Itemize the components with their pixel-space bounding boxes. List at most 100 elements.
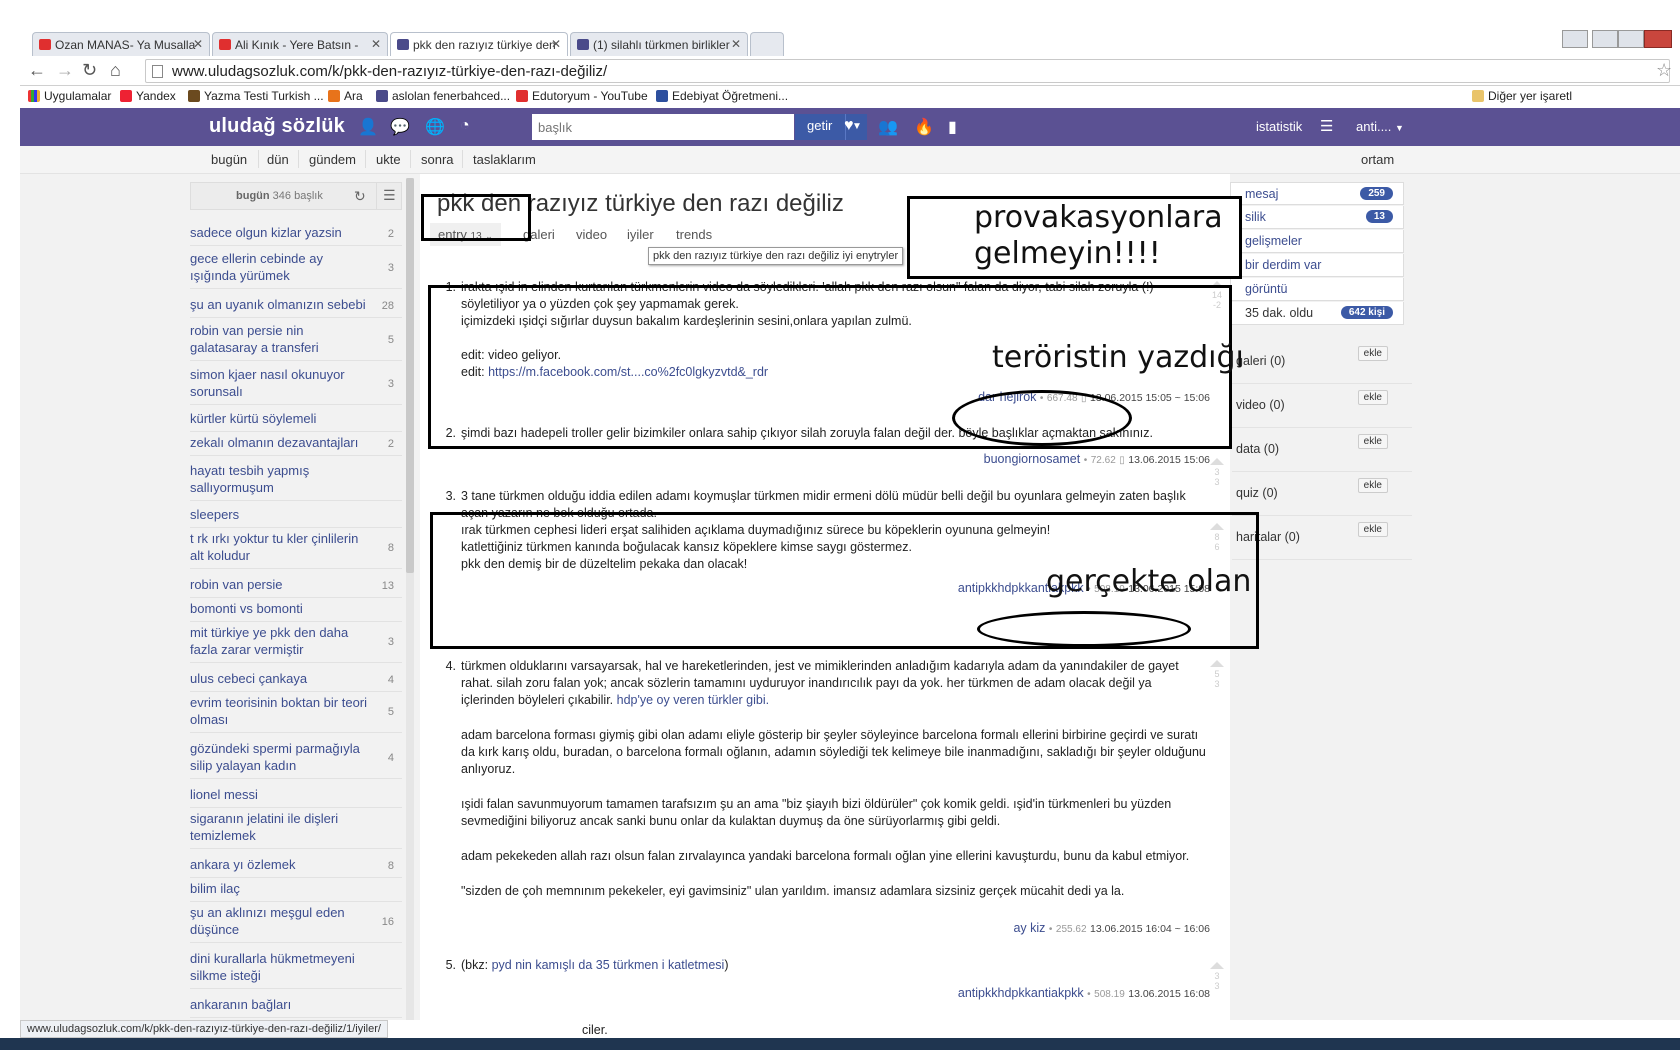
close-window-icon[interactable] <box>1644 30 1672 48</box>
add-button[interactable]: ekle <box>1357 390 1388 405</box>
heart-icon[interactable]: ♥ <box>844 117 854 135</box>
section-label[interactable]: quiz (0) <box>1236 486 1278 500</box>
nav-gundem[interactable]: gündem <box>309 152 356 167</box>
nav-dun[interactable]: dün <box>267 152 289 167</box>
bkz-link[interactable]: pyd nin kamışlı da 35 türkmen i katletme… <box>492 958 725 972</box>
other-bookmarks[interactable]: Diğer yer işaretl <box>1472 89 1572 103</box>
vote-widget[interactable]: 33 <box>1210 458 1224 487</box>
globe-icon[interactable]: 🌐 <box>425 117 445 137</box>
add-button[interactable]: ekle <box>1357 478 1388 493</box>
sidebar-item[interactable]: mit türkiye ye pkk den daha fazla zarar … <box>190 620 402 663</box>
scrollbar-thumb[interactable] <box>406 178 414 573</box>
browser-tab[interactable]: Ali Kınık - Yere Batsın - ✕ <box>212 32 388 56</box>
sidebar-item[interactable]: bilim ilaç <box>190 876 402 902</box>
home-icon[interactable]: ⌂ <box>110 60 121 81</box>
sidebar-item[interactable]: ankaranın bağları <box>190 992 402 1018</box>
sidebar-item[interactable]: zekalı olmanın dezavantajları 2 <box>190 430 402 456</box>
pie-chart-icon[interactable]: ◔ <box>460 117 470 135</box>
entry-author[interactable]: antipkkhdpkkantiakpkk <box>958 986 1084 1000</box>
sidebar-item[interactable]: robin van persie 13 <box>190 572 402 598</box>
vote-widget[interactable]: 33 <box>1210 962 1224 991</box>
panel-row-goruntu[interactable]: görüntü <box>1230 278 1404 301</box>
sidebar-item[interactable]: dini kurallarla hükmetmeyeni silkme iste… <box>190 946 402 989</box>
tab-trends[interactable]: trends <box>676 227 712 242</box>
user-icon[interactable] <box>1562 30 1588 48</box>
nav-sonra[interactable]: sonra <box>421 152 454 167</box>
browser-tab-active[interactable]: pkk den razıyız türkiye den ✕ <box>390 32 568 56</box>
panel-row-derdim[interactable]: bir derdim var <box>1230 254 1404 277</box>
sidebar-header-text[interactable]: bugün 346 başlık <box>236 190 323 202</box>
sidebar-item[interactable]: sadece olgun kizlar yazsin 2 <box>190 220 402 246</box>
nav-ortam[interactable]: ortam <box>1361 152 1394 167</box>
sidebar-item[interactable]: şu an uyanık olmanızın sebebi 28 <box>190 292 402 318</box>
search-button[interactable]: getir <box>795 114 845 140</box>
upvote-icon[interactable] <box>1210 660 1224 667</box>
add-button[interactable]: ekle <box>1357 434 1388 449</box>
star-icon[interactable]: ☆ <box>1656 60 1672 81</box>
entry-author[interactable]: buongiornosamet <box>984 452 1081 466</box>
add-button[interactable]: ekle <box>1357 522 1388 537</box>
url-input[interactable]: www.uludagsozluk.com/k/pkk-den-razıyız-t… <box>145 59 1670 83</box>
maximize-icon[interactable] <box>1618 30 1644 48</box>
panel-row-mesaj[interactable]: mesaj 259 <box>1230 182 1404 205</box>
site-logo[interactable]: uludağ sözlük <box>209 115 345 138</box>
refresh-icon[interactable]: ↻ <box>354 188 366 205</box>
reload-icon[interactable]: ↻ <box>82 60 97 81</box>
sidebar-item[interactable]: robin van persie nin galatasaray a trans… <box>190 318 402 361</box>
bookmark-item[interactable]: Edebiyat Öğretmeni... <box>656 89 788 103</box>
book-icon[interactable]: ▮ <box>948 117 957 137</box>
browser-tab[interactable]: Ozan MANAS- Ya Musalla ✕ <box>32 32 210 56</box>
nav-ukte[interactable]: ukte <box>376 152 401 167</box>
sidebar-item[interactable]: ulus cebeci çankaya 4 <box>190 666 402 692</box>
add-button[interactable]: ekle <box>1357 346 1388 361</box>
tab-iyiler[interactable]: iyiler <box>627 227 654 242</box>
sidebar-item[interactable]: gece ellerin cebinde ay ışığında yürümek… <box>190 246 402 289</box>
upvote-icon[interactable] <box>1210 962 1224 969</box>
sidebar-item[interactable]: simon kjaer nasıl okunuyor sorunsalı 3 <box>190 362 402 405</box>
close-icon[interactable]: ✕ <box>731 37 741 51</box>
panel-row-gelismeler[interactable]: gelişmeler <box>1230 230 1404 253</box>
panel-row-silik[interactable]: silik 13 <box>1230 206 1404 229</box>
bookmark-item[interactable]: Uygulamalar <box>28 89 111 103</box>
bookmark-item[interactable]: Ara <box>328 89 363 103</box>
sidebar-item[interactable]: evrim teorisinin boktan bir teori olması… <box>190 690 402 733</box>
entry-date[interactable]: 13.06.2015 16:08 <box>1128 988 1210 1000</box>
users-icon[interactable]: 👥 <box>878 117 898 137</box>
nav-taslaklarim[interactable]: taslaklarım <box>473 152 536 167</box>
close-icon[interactable]: ✕ <box>193 37 203 51</box>
tab-video[interactable]: video <box>576 227 607 242</box>
stats-link[interactable]: istatistik <box>1256 119 1302 134</box>
sidebar-item[interactable]: ankara yı özlemek 8 <box>190 852 402 878</box>
vote-widget[interactable]: 53 <box>1210 660 1224 689</box>
sidebar-item[interactable]: sigaranın jelatini ile dişleri temizleme… <box>190 806 402 849</box>
user-icon[interactable]: 👤 <box>358 117 378 137</box>
new-tab-button[interactable] <box>750 32 784 56</box>
fire-icon[interactable]: 🔥 <box>914 117 934 137</box>
sidebar-item[interactable]: sleepers <box>190 502 402 528</box>
sidebar-item[interactable]: lionel messi <box>190 782 402 808</box>
list-icon[interactable]: ☰ <box>376 182 402 210</box>
upvote-icon[interactable] <box>1210 458 1224 465</box>
entry-link[interactable]: hdp'ye oy veren türkler gibi. <box>617 693 769 707</box>
bookmark-item[interactable]: aslolan fenerbahced... <box>376 89 510 103</box>
back-icon[interactable]: ← <box>28 60 46 81</box>
close-icon[interactable]: ✕ <box>551 37 561 51</box>
bookmark-item[interactable]: Yazma Testi Turkish ... <box>188 89 324 103</box>
menu-icon[interactable]: ☰ <box>1320 117 1333 135</box>
sidebar-item[interactable]: kürtler kürtü söylemeli <box>190 406 402 432</box>
minimize-icon[interactable] <box>1592 30 1618 48</box>
panel-row-online[interactable]: 35 dak. oldu 642 kişi <box>1230 302 1404 325</box>
messages-icon[interactable]: 💬 <box>390 117 410 137</box>
sidebar-item[interactable]: bomonti vs bomonti <box>190 596 402 622</box>
section-label[interactable]: video (0) <box>1236 398 1285 412</box>
bookmark-item[interactable]: Yandex <box>120 89 176 103</box>
user-menu[interactable]: anti.... ▼ <box>1356 119 1404 134</box>
entry-author[interactable]: ay kiz <box>1013 921 1045 935</box>
sidebar-item[interactable]: gözündeki spermi parmağıyla silip yalaya… <box>190 736 402 779</box>
entry-date[interactable]: 13.06.2015 15:06 <box>1128 454 1210 466</box>
close-icon[interactable]: ✕ <box>371 37 381 51</box>
search-input[interactable] <box>532 114 794 140</box>
sidebar-item[interactable]: t rk ırkı yoktur tu kler çinlilerin alt … <box>190 526 402 569</box>
entry-date[interactable]: 13.06.2015 16:04 ~ 16:06 <box>1090 923 1210 935</box>
nav-bugun[interactable]: bugün <box>211 152 247 167</box>
